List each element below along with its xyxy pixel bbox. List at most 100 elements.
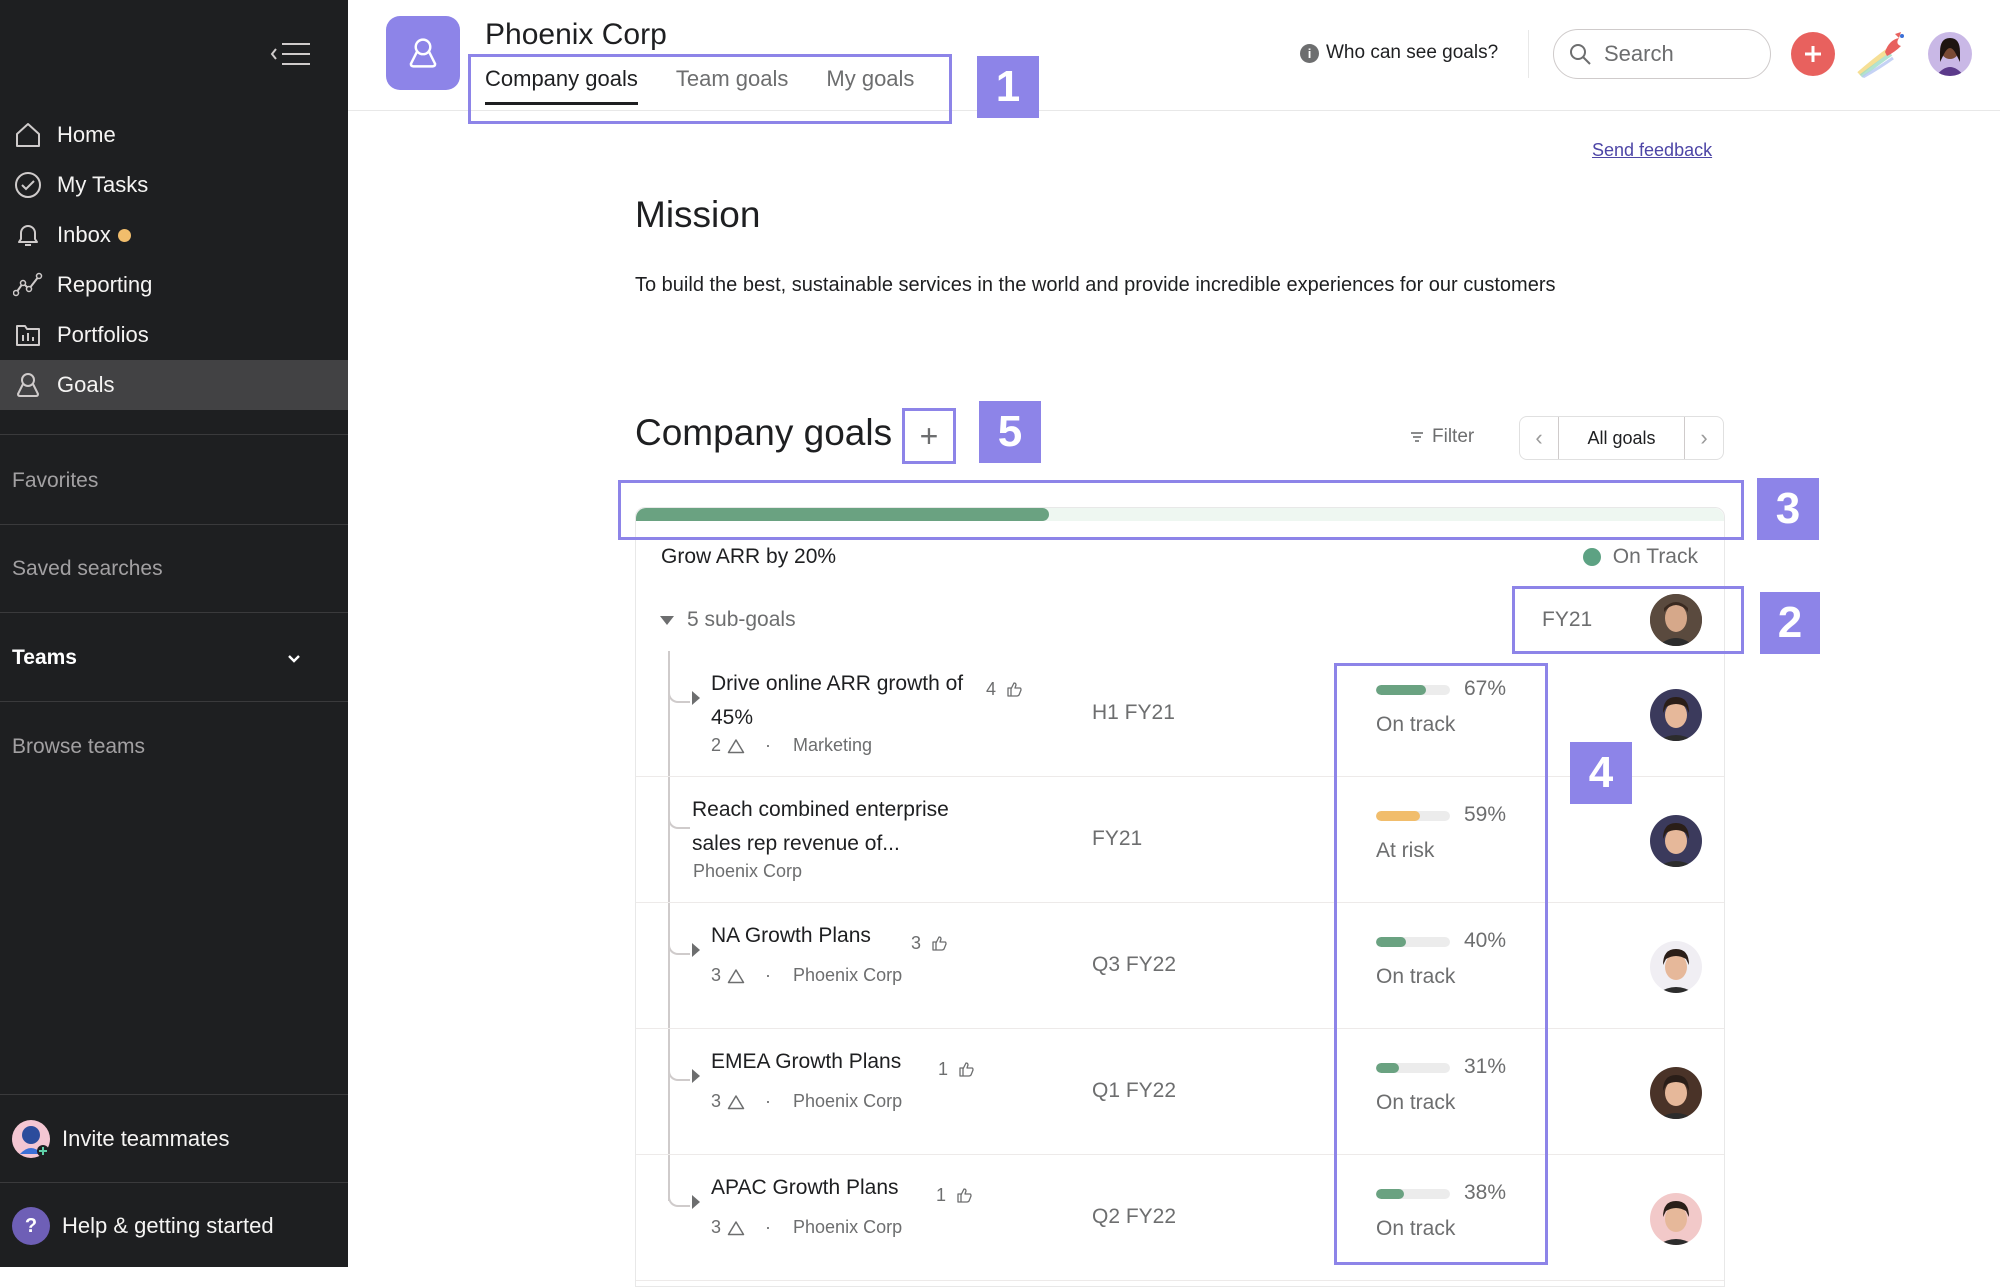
page-title: Phoenix Corp [485,18,667,51]
owner-team: Phoenix Corp [793,1217,903,1237]
celebration-bird-icon[interactable] [1855,30,1909,79]
who-can-see-goals-link[interactable]: i Who can see goals? [1300,42,1498,64]
goal-card: Grow ARR by 20% On Track 5 sub-goals FY2… [635,507,1725,1287]
sidebar-item-portfolios[interactable]: Portfolios [0,310,348,360]
all-goals-button[interactable]: All goals [1558,417,1685,459]
thumbs-up-icon [1001,681,1023,698]
help-button[interactable]: ? Help & getting started [12,1207,274,1245]
owner-team: Marketing [793,735,873,755]
warning-triangle-icon [727,968,745,984]
progress-track [1376,685,1450,695]
sidebar-item-my-tasks[interactable]: My Tasks [0,160,348,210]
sidebar-nav: Home My Tasks Inbox Reporting Portfolios… [0,110,348,410]
subgoal-meta: 3 · Phoenix Corp [711,1091,902,1112]
sidebar-item-inbox[interactable]: Inbox [0,210,348,260]
divider [0,524,348,525]
expand-caret-icon[interactable] [692,691,700,705]
annotation-label-3: 3 [1757,478,1819,540]
triangle-down-icon [660,615,674,625]
warning-count: 2 [711,735,722,755]
subgoal-row[interactable]: NA Growth Plans 3 3 · Phoenix Corp Q3 FY22 40… [636,903,1724,1029]
teams-chevron-down-icon[interactable] [286,652,302,670]
subgoal-row[interactable]: Drive online ARR growth of 45% 4 2 · Marketi… [636,651,1724,777]
owner-avatar[interactable] [1650,941,1702,993]
sidebar-item-goals[interactable]: Goals [0,360,348,410]
user-avatar[interactable] [1928,32,1972,76]
tab-company-goals[interactable]: Company goals [485,66,638,105]
sidebar-browse-teams[interactable]: Browse teams [12,735,145,759]
tab-my-goals[interactable]: My goals [826,66,914,105]
tree-elbow [668,1193,690,1207]
subgoal-period: H1 FY21 [1092,701,1175,724]
mission-heading: Mission [635,194,761,235]
owner-avatar[interactable] [1650,815,1702,867]
likes-button[interactable]: 3 [911,933,948,954]
goal-progress-bar [636,508,1724,521]
likes-count: 4 [986,679,997,699]
owner-avatar[interactable] [1650,1067,1702,1119]
likes-count: 1 [936,1185,947,1205]
subgoal-title[interactable]: EMEA Growth Plans [711,1045,971,1079]
subgoals-label: 5 sub-goals [687,608,796,631]
pager-prev-chevron-icon[interactable]: ‹ [1520,417,1558,459]
owner-avatar[interactable] [1650,1193,1702,1245]
subgoal-meta: 3 · Phoenix Corp [711,965,902,986]
sidebar-teams[interactable]: Teams [12,646,77,670]
subgoal-period: Q3 FY22 [1092,953,1177,976]
goal-pager: ‹ All goals › [1519,416,1724,460]
goal-owner-avatar[interactable] [1650,594,1702,646]
subgoal-row[interactable]: APAC Growth Plans 1 3 · Phoenix Corp Q2 FY22 … [636,1155,1724,1281]
owner-avatar[interactable] [1650,689,1702,741]
help-icon: ? [12,1207,50,1245]
goal-status: On Track [1582,545,1698,569]
progress-fill [1376,685,1426,695]
annotation-label-5: 5 [979,401,1041,463]
divider [0,612,348,613]
subgoal-title[interactable]: APAC Growth Plans [711,1171,971,1205]
sidebar-item-label: Reporting [57,272,153,297]
goals-icon [13,370,43,400]
tree-elbow [668,941,690,955]
sidebar-saved-searches[interactable]: Saved searches [12,557,163,581]
invite-teammates-button[interactable]: Invite teammates [12,1120,230,1158]
filter-button[interactable]: Filter [1410,426,1474,448]
mission-text[interactable]: To build the best, sustainable services … [635,268,1615,302]
pager-next-chevron-icon[interactable]: › [1685,417,1723,459]
send-feedback-link[interactable]: Send feedback [1592,140,1712,161]
likes-button[interactable]: 4 [986,679,1023,700]
sidebar-item-reporting[interactable]: Reporting [0,260,348,310]
divider [0,434,348,435]
add-goal-button[interactable]: + [902,408,956,464]
separator-dot: · [765,1091,772,1111]
goal-name[interactable]: Grow ARR by 20% [661,545,836,569]
expand-caret-icon[interactable] [692,1195,700,1209]
sidebar-item-home[interactable]: Home [0,110,348,160]
likes-button[interactable]: 1 [936,1185,973,1206]
subgoals-toggle[interactable]: 5 sub-goals [660,608,796,632]
sidebar-item-label: Home [57,122,116,147]
quick-add-button[interactable] [1791,32,1835,76]
subgoal-title[interactable]: Reach combined enterprise sales rep reve… [692,793,952,861]
tab-team-goals[interactable]: Team goals [676,66,789,105]
collapse-sidebar-button[interactable] [270,40,314,68]
sidebar-favorites[interactable]: Favorites [12,469,98,493]
owner-team: Phoenix Corp [793,1091,903,1111]
search-input[interactable]: Search [1553,29,1771,79]
subgoal-meta: 2 · Marketing [711,735,872,756]
plus-icon [1805,46,1821,62]
expand-caret-icon[interactable] [692,943,700,957]
subgoal-row[interactable]: EMEA Growth Plans 1 3 · Phoenix Corp Q1 FY22 … [636,1029,1724,1155]
separator-dot: · [765,735,772,755]
progress-percent: 31% [1464,1055,1507,1078]
sidebar-item-label: Goals [57,372,115,397]
annotation-label-1: 1 [977,56,1039,118]
expand-caret-icon[interactable] [692,1069,700,1083]
likes-button[interactable]: 1 [938,1059,975,1080]
goals-app-icon [386,16,460,90]
subgoal-status: At risk [1376,839,1435,862]
subgoal-title[interactable]: Drive online ARR growth of 45% [711,667,971,735]
filter-icon [1411,432,1423,442]
subgoal-row[interactable]: Reach combined enterprise sales rep reve… [636,777,1724,903]
company-goals-heading: Company goals [635,412,893,453]
divider [0,1094,348,1095]
